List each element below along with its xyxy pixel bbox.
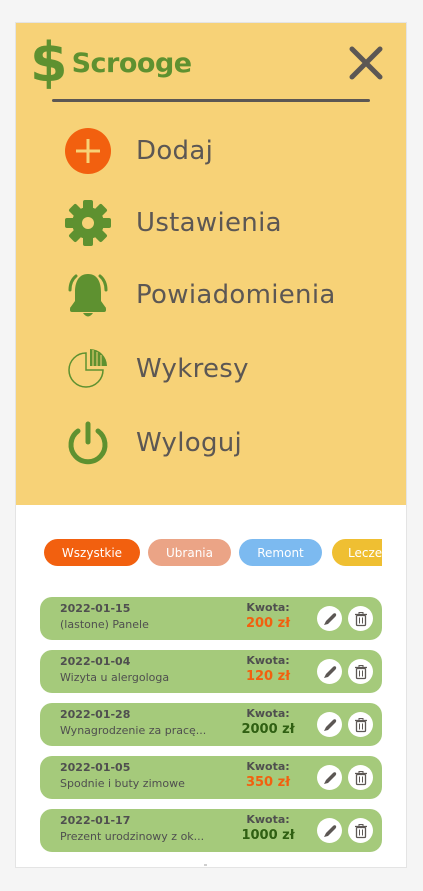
entry-amount: 200 zł bbox=[245, 616, 291, 631]
edit-pen-icon[interactable] bbox=[317, 765, 342, 790]
amount-label: Kwota: bbox=[246, 760, 290, 773]
dollar-logo-icon: $ bbox=[30, 31, 68, 94]
entry-date: 2022-01-28 bbox=[60, 708, 131, 721]
list-item: 2022-01-28 Wynagrodzenie za pracę... Kwo… bbox=[40, 703, 382, 746]
list-item: 2022-01-17 Prezent urodzinowy z ok... Kw… bbox=[40, 809, 382, 852]
side-menu: $ Scrooge Dodaj Ustawienia Powiadomienia… bbox=[16, 23, 406, 505]
menu-divider bbox=[52, 99, 370, 102]
entry-date: 2022-01-15 bbox=[60, 602, 131, 615]
app-frame: $ Scrooge Dodaj Ustawienia Powiadomienia… bbox=[15, 22, 407, 868]
menu-item-label: Dodaj bbox=[136, 136, 214, 166]
menu-item-wykresy[interactable]: Wykresy bbox=[64, 345, 249, 393]
logo: $ Scrooge bbox=[30, 33, 192, 93]
plus-circle-icon bbox=[64, 127, 112, 175]
entry-date: 2022-01-05 bbox=[60, 761, 131, 774]
entry-amount: 2000 zł bbox=[241, 722, 295, 737]
menu-item-label: Wykresy bbox=[136, 354, 249, 384]
entry-description: Wizyta u alergologa bbox=[60, 671, 170, 684]
gear-icon bbox=[64, 199, 112, 247]
amount-label: Kwota: bbox=[246, 654, 290, 667]
entry-date: 2022-01-17 bbox=[60, 814, 131, 827]
entry-description: Prezent urodzinowy z ok... bbox=[60, 830, 205, 843]
entry-description: Wynagrodzenie za pracę... bbox=[60, 724, 207, 737]
close-icon[interactable] bbox=[346, 43, 386, 83]
filter-chip-leczenie[interactable]: Lecze bbox=[332, 539, 382, 566]
entry-amount: 350 zł bbox=[245, 775, 291, 790]
scroll-indicator bbox=[204, 864, 207, 866]
delete-trash-icon[interactable] bbox=[348, 659, 373, 684]
delete-trash-icon[interactable] bbox=[348, 818, 373, 843]
list-item: 2022-01-05 Spodnie i buty zimowe Kwota: … bbox=[40, 756, 382, 799]
delete-trash-icon[interactable] bbox=[348, 712, 373, 737]
menu-item-label: Wyloguj bbox=[136, 428, 243, 458]
entry-date: 2022-01-04 bbox=[60, 655, 131, 668]
menu-item-wyloguj[interactable]: Wyloguj bbox=[64, 419, 242, 467]
delete-trash-icon[interactable] bbox=[348, 606, 373, 631]
app-name: Scrooge bbox=[71, 47, 193, 79]
bell-icon bbox=[64, 271, 112, 319]
list-item: 2022-01-15 (lastone) Panele Kwota: 200 z… bbox=[40, 597, 382, 640]
edit-pen-icon[interactable] bbox=[317, 659, 342, 684]
menu-item-label: Ustawienia bbox=[136, 208, 282, 238]
filter-chip-remont[interactable]: Remont bbox=[239, 539, 322, 566]
edit-pen-icon[interactable] bbox=[317, 818, 342, 843]
filter-chip-ubrania[interactable]: Ubrania bbox=[148, 539, 231, 566]
pie-chart-icon bbox=[64, 345, 112, 393]
amount-label: Kwota: bbox=[246, 813, 290, 826]
menu-item-powiadomienia[interactable]: Powiadomienia bbox=[64, 271, 336, 319]
amount-label: Kwota: bbox=[246, 707, 290, 720]
menu-item-ustawienia[interactable]: Ustawienia bbox=[64, 199, 282, 247]
delete-trash-icon[interactable] bbox=[348, 765, 373, 790]
category-filter-bar: Wszystkie Ubrania Remont Lecze bbox=[44, 539, 382, 569]
edit-pen-icon[interactable] bbox=[317, 606, 342, 631]
entry-description: (lastone) Panele bbox=[60, 618, 149, 631]
entry-amount: 1000 zł bbox=[241, 828, 295, 843]
amount-label: Kwota: bbox=[246, 601, 290, 614]
entry-description: Spodnie i buty zimowe bbox=[60, 777, 185, 790]
menu-item-label: Powiadomienia bbox=[136, 280, 336, 310]
menu-item-dodaj[interactable]: Dodaj bbox=[64, 127, 213, 175]
power-icon bbox=[64, 419, 112, 467]
filter-chip-wszystkie[interactable]: Wszystkie bbox=[44, 539, 140, 566]
edit-pen-icon[interactable] bbox=[317, 712, 342, 737]
entry-amount: 120 zł bbox=[245, 669, 291, 684]
list-item: 2022-01-04 Wizyta u alergologa Kwota: 12… bbox=[40, 650, 382, 693]
